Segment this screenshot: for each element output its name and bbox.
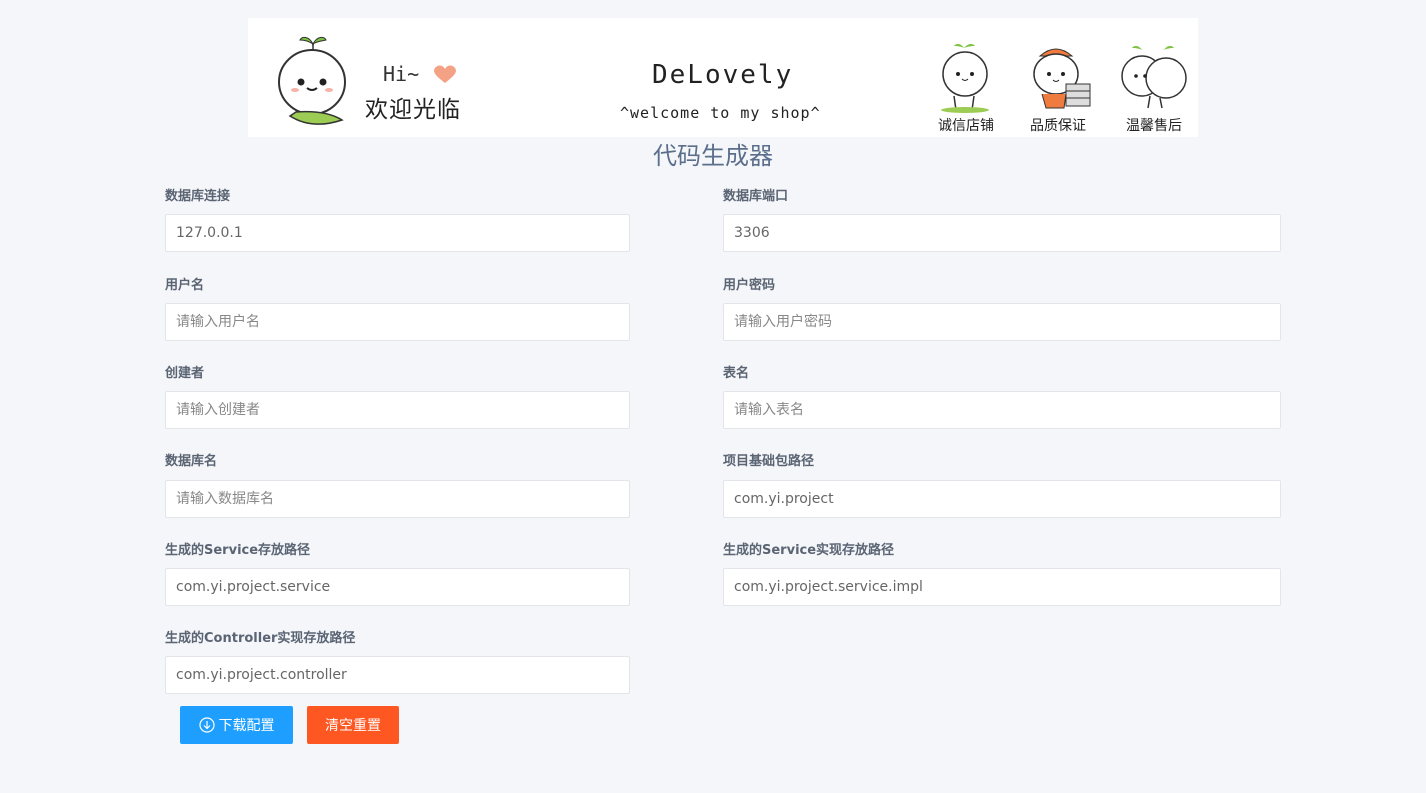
- banner-greeting: Hi~: [383, 62, 420, 86]
- db-port-label: 数据库端口: [723, 189, 789, 204]
- service-impl-path-label: 生成的Service实现存放路径: [723, 543, 895, 558]
- base-package-label: 项目基础包路径: [723, 454, 815, 469]
- heart-icon: [434, 65, 456, 83]
- service-path-input[interactable]: [165, 568, 630, 606]
- controller-path-input[interactable]: [165, 656, 630, 694]
- mascot-thumbs-up-icon: [941, 43, 989, 113]
- creator-label: 创建者: [165, 366, 205, 381]
- service-path-label: 生成的Service存放路径: [165, 543, 311, 558]
- page-title: 代码生成器: [653, 142, 773, 170]
- table-name-label: 表名: [723, 366, 750, 381]
- mascot-delivery-icon: [1033, 48, 1091, 109]
- db-name-input[interactable]: [165, 480, 630, 518]
- service-impl-path-input[interactable]: [723, 568, 1281, 606]
- creator-input[interactable]: [165, 391, 630, 429]
- shop-banner: Hi~ 欢迎光临 DeLovely ^welcome to my shop^ 诚…: [248, 18, 1198, 137]
- download-config-label: 下载配置: [218, 718, 275, 734]
- password-input[interactable]: [723, 303, 1281, 341]
- reset-label: 清空重置: [325, 718, 381, 734]
- feature-label-quality: 品质保证: [1030, 118, 1086, 134]
- controller-path-label: 生成的Controller实现存放路径: [165, 631, 356, 646]
- download-circle-icon: [198, 717, 215, 733]
- username-label: 用户名: [165, 278, 205, 293]
- db-name-label: 数据库名: [165, 454, 218, 469]
- table-name-input[interactable]: [723, 391, 1281, 429]
- feature-label-after-sales: 温馨售后: [1126, 118, 1182, 134]
- mascot-hug-icon: [1121, 45, 1187, 109]
- download-config-button[interactable]: 下载配置: [180, 706, 293, 744]
- db-port-input[interactable]: [723, 214, 1281, 252]
- banner-welcome-text: 欢迎光临: [365, 97, 461, 123]
- reset-button[interactable]: 清空重置: [307, 706, 399, 744]
- feature-label-honest-shop: 诚信店铺: [938, 118, 994, 134]
- banner-slogan: ^welcome to my shop^: [620, 104, 821, 122]
- base-package-input[interactable]: [723, 480, 1281, 518]
- db-url-label: 数据库连接: [165, 189, 231, 204]
- username-input[interactable]: [165, 303, 630, 341]
- db-url-input[interactable]: [165, 214, 630, 252]
- banner-brand: DeLovely: [652, 60, 794, 90]
- password-label: 用户密码: [723, 278, 776, 293]
- mascot-logo-icon: [278, 36, 346, 125]
